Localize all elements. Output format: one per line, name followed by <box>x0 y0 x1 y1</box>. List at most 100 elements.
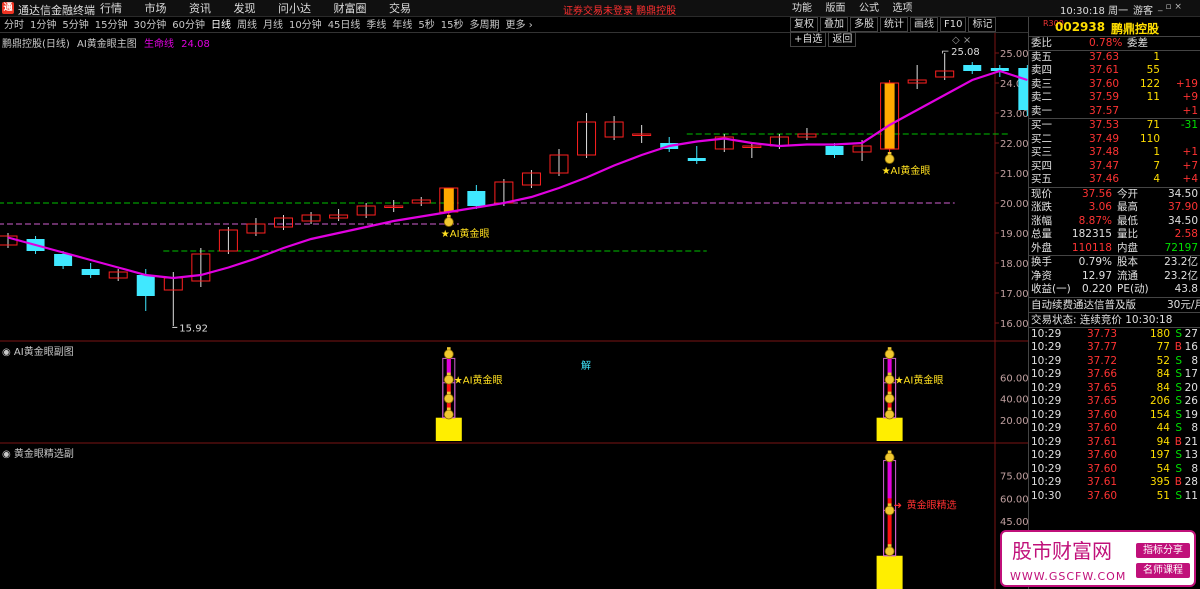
period-tab-11[interactable]: 季线 <box>366 19 386 33</box>
user-label[interactable]: 游客 <box>1133 2 1153 17</box>
center-glyph[interactable]: 解 <box>581 357 591 372</box>
tick-row[interactable]: 10:29 37.61 395 B 28 <box>1029 476 1200 490</box>
money-bag-icon <box>447 347 451 350</box>
signal-bar <box>876 555 903 589</box>
period-tab-15[interactable]: 多周期 <box>470 19 500 33</box>
candle-body <box>884 83 895 149</box>
tick-row[interactable]: 10:29 37.72 52 S 8 <box>1029 355 1200 369</box>
bids-price: 37.49 <box>1089 132 1120 145</box>
sub-panel2-name[interactable]: 黄金眼精选副 <box>14 449 74 460</box>
period-tab-3[interactable]: 15分钟 <box>95 19 128 33</box>
tool-button-1[interactable]: 叠加 <box>820 17 848 32</box>
tick-side: S <box>1175 489 1182 502</box>
period-tab-9[interactable]: 10分钟 <box>289 19 322 33</box>
chart-area[interactable]: 25.00 24.00 23.00 22.00 21.00 20.00 19.00 18.00… <box>0 33 1028 589</box>
period-tab-4[interactable]: 30分钟 <box>133 19 166 33</box>
tick-count: 8 <box>1191 354 1198 367</box>
indicator-name[interactable]: AI黄金眼主图 <box>77 39 137 50</box>
asks-row[interactable]: 卖三 37.60 122 +19 <box>1029 78 1200 92</box>
asks-change: +9 <box>1182 91 1198 103</box>
tick-price: 37.72 <box>1087 354 1118 367</box>
period-tab-1[interactable]: 1分钟 <box>30 19 56 33</box>
bids-row[interactable]: 买四 37.47 7 +7 <box>1029 160 1200 174</box>
panel-icons[interactable]: ◇ × <box>952 35 971 46</box>
bids-row[interactable]: 买一 37.53 71 -31 <box>1029 119 1200 133</box>
bids-row[interactable]: 买五 37.46 4 +4 <box>1029 173 1200 187</box>
tick-side: B <box>1174 476 1182 488</box>
asks-row[interactable]: 卖五 37.63 1 <box>1029 51 1200 65</box>
tool-button-0[interactable]: 复权 <box>790 17 818 32</box>
period-tab-16[interactable]: 更多 › <box>506 19 533 33</box>
promo-text[interactable]: 自动续费通达信普及版 <box>1031 298 1136 313</box>
menu-item-market[interactable]: 市场 <box>145 1 167 16</box>
tick-list[interactable]: 10:29 37.73 180 S 27 10:29 37.77 77 B 16 10:29 37.7… <box>1029 328 1200 504</box>
menu-item-discover[interactable]: 发现 <box>234 1 256 16</box>
life-line <box>7 69 1028 280</box>
period-tab-8[interactable]: 月线 <box>263 19 283 33</box>
tool-button-4[interactable]: 画线 <box>910 17 938 32</box>
sub-panel1-name[interactable]: AI黄金眼副图 <box>14 347 74 358</box>
menu-item-trade[interactable]: 交易 <box>389 1 411 16</box>
tick-count: 8 <box>1191 462 1198 475</box>
tick-row[interactable]: 10:29 37.65 206 S 26 <box>1029 395 1200 409</box>
tick-row[interactable]: 10:29 37.65 84 S 20 <box>1029 382 1200 396</box>
menu-item-ask[interactable]: 问小达 <box>278 1 311 16</box>
stat-value: 8.87% <box>1078 214 1112 227</box>
tick-row[interactable]: 10:29 37.60 54 S 8 <box>1029 463 1200 477</box>
sub-panel2-icon: ◉ <box>2 449 11 460</box>
period-tab-10[interactable]: 45日线 <box>328 19 361 33</box>
stock-name[interactable]: 鹏鼎控股 <box>1111 20 1159 37</box>
period-tab-5[interactable]: 60分钟 <box>172 19 205 33</box>
tick-row[interactable]: 10:29 37.60 44 S 8 <box>1029 422 1200 436</box>
tick-price: 37.60 <box>1087 462 1118 475</box>
asks-row[interactable]: 卖一 37.57 +1 <box>1029 105 1200 119</box>
candle-body <box>136 275 155 296</box>
tick-volume: 94 <box>1156 435 1170 448</box>
menu-item-wealth[interactable]: 财富圈 <box>334 1 367 16</box>
asks-row[interactable]: 卖二 37.59 11 +9 <box>1029 91 1200 105</box>
money-bag-icon <box>447 372 451 376</box>
window-controls[interactable]: _ ▫ × <box>1158 2 1182 12</box>
period-tab-6[interactable]: 日线 <box>211 19 231 33</box>
asks-label: 卖五 <box>1031 50 1052 63</box>
period-tab-0[interactable]: 分时 <box>4 19 24 33</box>
period-tab-12[interactable]: 年线 <box>392 19 412 33</box>
tick-row[interactable]: 10:29 37.61 94 B 21 <box>1029 436 1200 450</box>
period-tab-7[interactable]: 周线 <box>237 19 257 33</box>
money-bag-icon <box>887 407 892 411</box>
login-notice[interactable]: 证券交易未登录 鹏鼎控股 <box>563 2 676 17</box>
period-tab-2[interactable]: 5分钟 <box>62 19 88 33</box>
stat2-value: 0.220 <box>1081 283 1112 295</box>
asks-row[interactable]: 卖四 37.61 55 <box>1029 64 1200 78</box>
tool-button-6[interactable]: 标记 <box>968 17 997 32</box>
tool-button-2[interactable]: 多股 <box>850 17 878 32</box>
order-ratio-row: 委比 0.78% 委差 <box>1029 37 1200 51</box>
menu-item-news[interactable]: 资讯 <box>189 1 211 16</box>
tick-row[interactable]: 10:29 37.73 180 S 27 <box>1029 328 1200 342</box>
tick-row[interactable]: 10:29 37.60 154 S 19 <box>1029 409 1200 423</box>
tool-button-5[interactable]: F10 <box>940 17 967 32</box>
tool-button-3[interactable]: 统计 <box>880 17 908 32</box>
tick-time: 10:29 <box>1031 462 1062 475</box>
menu-item-layout[interactable]: 版面 <box>826 1 846 16</box>
period-toolbar: 分时 1分钟 5分钟 15分钟 30分钟 60分钟 日线 周线 月线 10分钟 45日线 季线 年线 5秒… <box>0 17 1028 47</box>
signal-label: ★AI黄金眼 <box>882 164 931 177</box>
tick-row[interactable]: 10:29 37.66 84 S 17 <box>1029 368 1200 382</box>
tick-row[interactable]: 10:29 37.60 197 S 13 <box>1029 449 1200 463</box>
promo-row[interactable]: 自动续费通达信普及版 30元/月 <box>1029 298 1200 313</box>
bids-row[interactable]: 买二 37.49 110 <box>1029 133 1200 147</box>
period-tab-14[interactable]: 15秒 <box>441 19 464 33</box>
stock-code[interactable]: 002938 <box>1055 20 1105 34</box>
title-bar: 通 通达信金融终端 行情 市场 资讯 发现 问小达 财富圈 交易 证券交易未登录… <box>0 0 1200 17</box>
tick-row[interactable]: 10:30 37.60 51 S 11 <box>1029 490 1200 504</box>
menu-item-quotes[interactable]: 行情 <box>100 1 122 16</box>
kline-chart[interactable]: 25.0024.0023.0022.0021.0020.0019.0018.00… <box>0 33 1028 589</box>
menu-item-formula[interactable]: 公式 <box>859 1 879 16</box>
period-tab-13[interactable]: 5秒 <box>418 19 434 33</box>
bids-row[interactable]: 买三 37.48 1 +1 <box>1029 146 1200 160</box>
menu-item-function[interactable]: 功能 <box>792 1 812 16</box>
tick-row[interactable]: 10:29 37.77 77 B 16 <box>1029 341 1200 355</box>
menu-item-options[interactable]: 选项 <box>893 1 913 16</box>
promo-price[interactable]: 30元/月 <box>1167 298 1200 313</box>
y-tick-label: 45.00 <box>1000 517 1028 528</box>
